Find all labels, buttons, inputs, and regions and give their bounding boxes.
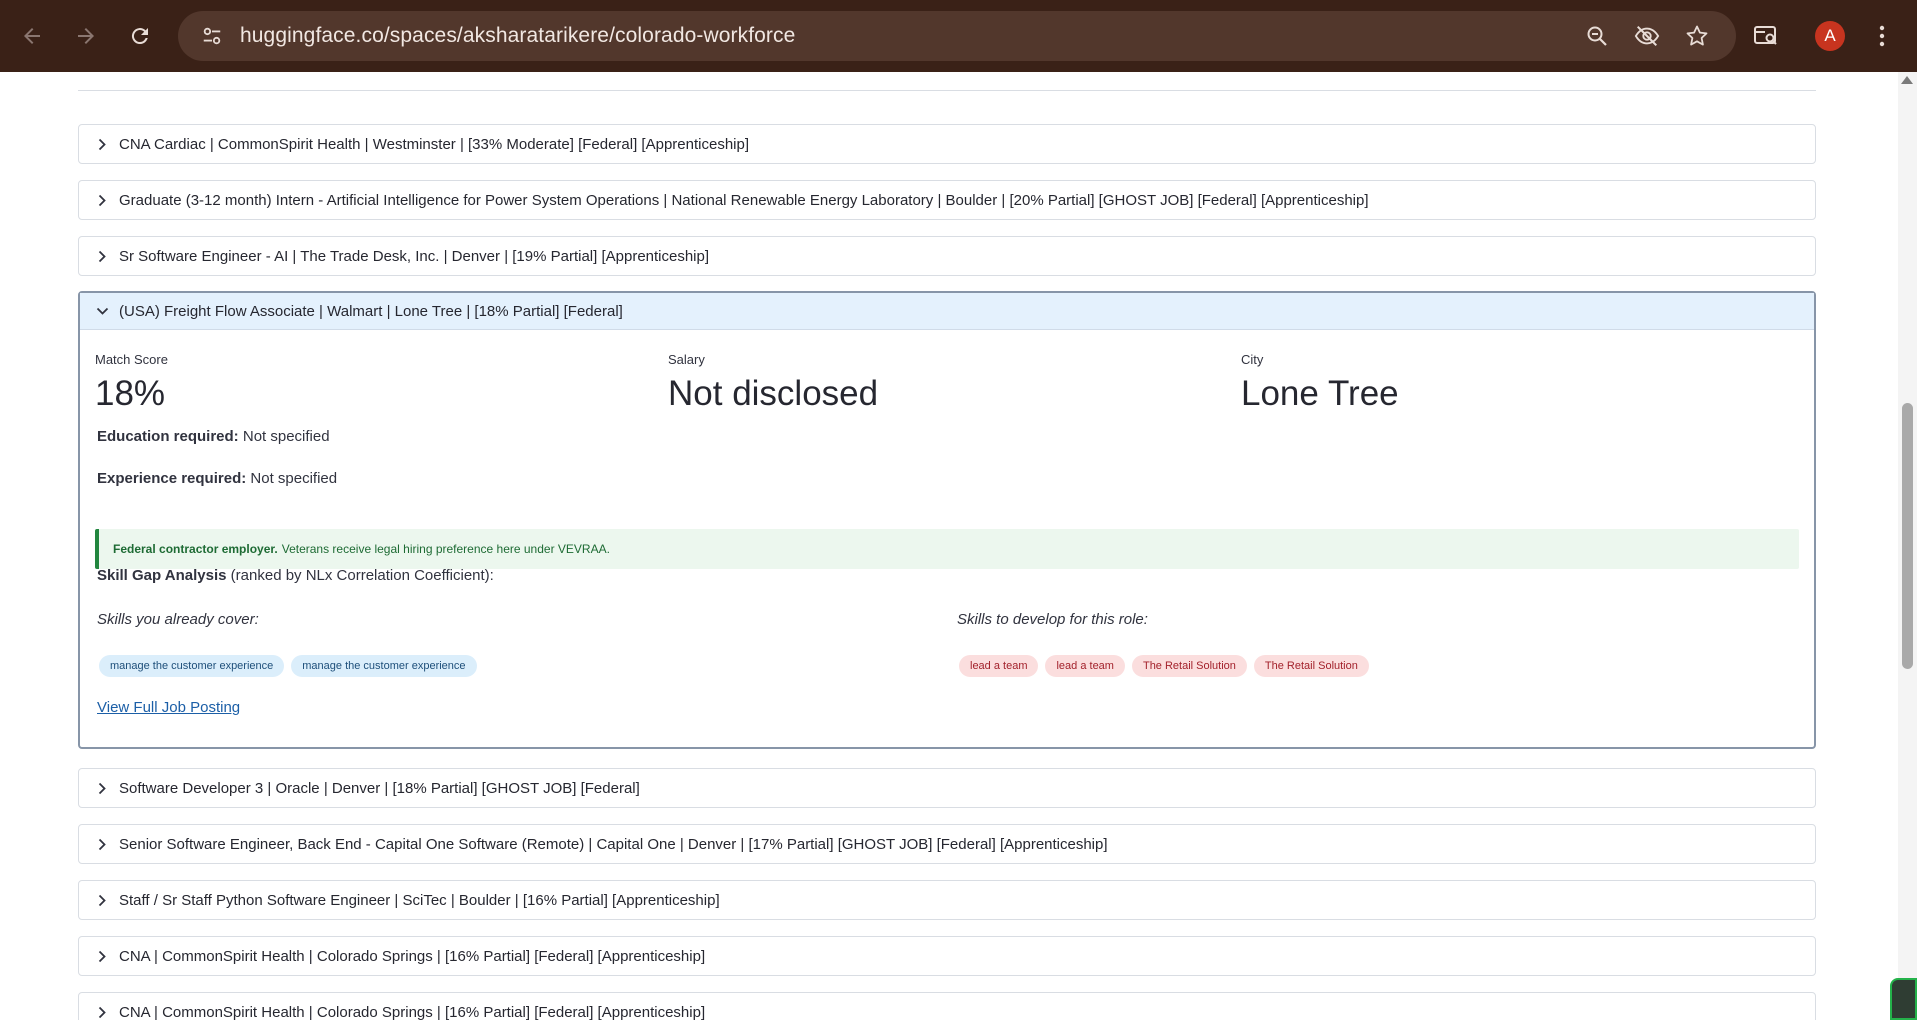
floating-widget[interactable]	[1890, 978, 1917, 1020]
chevron-right-icon	[95, 137, 109, 151]
job-expander-title: CNA | CommonSpirit Health | Colorado Spr…	[119, 1003, 706, 1020]
develop-skills-list: lead a team lead a team The Retail Solut…	[959, 655, 1369, 677]
covered-skills-heading: Skills you already cover:	[97, 611, 259, 628]
reload-button[interactable]	[116, 12, 164, 60]
job-expander-header[interactable]: Software Developer 3 | Oracle | Denver |…	[79, 769, 1815, 807]
chevron-right-icon	[95, 249, 109, 263]
job-expander-title: CNA Cardiac | CommonSpirit Health | West…	[119, 135, 749, 153]
federal-contractor-alert: Federal contractor employer. Veterans re…	[95, 529, 1799, 569]
job-expander[interactable]: Sr Software Engineer - AI | The Trade De…	[78, 236, 1816, 276]
page-scrollbar[interactable]	[1898, 72, 1917, 1020]
job-expander-title: Sr Software Engineer - AI | The Trade De…	[119, 247, 710, 265]
forward-arrow-icon	[78, 28, 94, 44]
job-expander[interactable]: Senior Software Engineer, Back End - Cap…	[78, 824, 1816, 864]
experience-required: Experience required: Not specified	[97, 470, 337, 487]
job-expander-header[interactable]: CNA Cardiac | CommonSpirit Health | West…	[79, 125, 1815, 163]
metric-value-salary: Not disclosed	[668, 374, 879, 413]
experience-value: Not specified	[250, 470, 338, 487]
profile-button[interactable]: A	[1806, 12, 1854, 60]
scroll-up-arrow-icon[interactable]	[1901, 76, 1913, 84]
job-expander[interactable]: CNA | CommonSpirit Health | Colorado Spr…	[78, 992, 1816, 1020]
chevron-down-icon	[95, 304, 109, 318]
skill-gap-heading: Skill Gap Analysis (ranked by NLx Correl…	[97, 567, 494, 584]
education-required: Education required: Not specified	[97, 428, 330, 445]
job-expander-title: Graduate (3-12 month) Intern - Artificia…	[119, 191, 1369, 209]
chevron-right-icon	[95, 193, 109, 207]
metric-value-match-score: 18%	[95, 374, 166, 413]
job-expander-header[interactable]: (USA) Freight Flow Associate | Walmart |…	[80, 293, 1814, 330]
chevron-right-icon	[95, 837, 109, 851]
chevron-right-icon	[95, 893, 109, 907]
education-label: Education required:	[97, 428, 239, 445]
job-expander-expanded: (USA) Freight Flow Associate | Walmart |…	[78, 291, 1816, 749]
covered-skills-list: manage the customer experience manage th…	[99, 655, 477, 677]
alert-bold-text: Federal contractor employer.	[113, 542, 278, 556]
skill-gap-subtitle: (ranked by NLx Correlation Coefficient):	[230, 567, 494, 584]
education-value: Not specified	[242, 428, 330, 445]
zoom-button[interactable]	[1584, 23, 1610, 49]
kebab-menu-icon	[1879, 25, 1885, 47]
develop-skill-chip: lead a team	[959, 655, 1039, 677]
job-expander-header[interactable]: Senior Software Engineer, Back End - Cap…	[79, 825, 1815, 863]
job-expander-title: Staff / Sr Staff Python Software Enginee…	[119, 891, 720, 909]
view-full-job-posting-link[interactable]: View Full Job Posting	[97, 699, 240, 716]
browser-toolbar: huggingface.co/spaces/aksharatarikere/co…	[0, 0, 1917, 72]
job-expander-header[interactable]: CNA | CommonSpirit Health | Colorado Spr…	[79, 993, 1815, 1020]
metric-value-city: Lone Tree	[1241, 374, 1399, 413]
develop-skills-heading: Skills to develop for this role:	[957, 611, 1148, 628]
job-expander-header[interactable]: Graduate (3-12 month) Intern - Artificia…	[79, 181, 1815, 219]
job-expander[interactable]: Staff / Sr Staff Python Software Enginee…	[78, 880, 1816, 920]
metric-label-match-score: Match Score	[95, 352, 168, 367]
url-text[interactable]: huggingface.co/spaces/aksharatarikere/co…	[240, 24, 795, 48]
tracking-protection-eye-slash-icon	[1634, 25, 1660, 47]
chevron-right-icon	[95, 781, 109, 795]
develop-skill-chip: lead a team	[1045, 655, 1125, 677]
covered-skill-chip: manage the customer experience	[291, 655, 477, 677]
alert-text: Veterans receive legal hiring preference…	[281, 542, 610, 556]
develop-skill-chip: The Retail Solution	[1253, 655, 1369, 677]
metric-label-city: City	[1241, 352, 1264, 367]
reload-icon	[131, 28, 148, 45]
job-expander[interactable]: CNA Cardiac | CommonSpirit Health | West…	[78, 124, 1816, 164]
bookmark-star-icon	[1686, 25, 1708, 46]
page-content: CNA Cardiac | CommonSpirit Health | West…	[0, 72, 1898, 1020]
tab-search-icon	[1754, 26, 1777, 45]
address-bar[interactable]: huggingface.co/spaces/aksharatarikere/co…	[178, 11, 1736, 61]
browser-menu-button[interactable]	[1858, 12, 1906, 60]
tracking-protection-button[interactable]	[1634, 23, 1660, 49]
avatar: A	[1815, 21, 1845, 51]
site-info-button[interactable]	[190, 14, 234, 58]
covered-skill-chip: manage the customer experience	[99, 655, 285, 677]
job-expander-title: Software Developer 3 | Oracle | Denver |…	[119, 779, 640, 797]
site-info-icon	[203, 27, 221, 45]
forward-button[interactable]	[62, 12, 110, 60]
job-expander-title: (USA) Freight Flow Associate | Walmart |…	[119, 302, 623, 320]
job-expander[interactable]: CNA | CommonSpirit Health | Colorado Spr…	[78, 936, 1816, 976]
chevron-right-icon	[95, 1005, 109, 1019]
job-expander[interactable]: Software Developer 3 | Oracle | Denver |…	[78, 768, 1816, 808]
metric-label-salary: Salary	[668, 352, 705, 367]
job-expander-header[interactable]: CNA | CommonSpirit Health | Colorado Spr…	[79, 937, 1815, 975]
experience-label: Experience required:	[97, 470, 247, 487]
job-expander-header[interactable]: Sr Software Engineer - AI | The Trade De…	[79, 237, 1815, 275]
job-expander[interactable]: Graduate (3-12 month) Intern - Artificia…	[78, 180, 1816, 220]
job-expander-title: Senior Software Engineer, Back End - Cap…	[119, 835, 1108, 853]
skill-gap-title: Skill Gap Analysis	[97, 567, 227, 584]
back-button[interactable]	[8, 12, 56, 60]
chevron-right-icon	[95, 949, 109, 963]
develop-skill-chip: The Retail Solution	[1131, 655, 1247, 677]
job-expander-header[interactable]: Staff / Sr Staff Python Software Enginee…	[79, 881, 1815, 919]
tab-search-button[interactable]	[1742, 12, 1790, 60]
zoom-icon	[1587, 26, 1607, 46]
divider	[78, 90, 1816, 91]
bookmark-button[interactable]	[1684, 23, 1710, 49]
job-expander-title: CNA | CommonSpirit Health | Colorado Spr…	[119, 947, 706, 965]
back-arrow-icon	[24, 28, 40, 44]
scrollbar-thumb[interactable]	[1902, 403, 1913, 669]
